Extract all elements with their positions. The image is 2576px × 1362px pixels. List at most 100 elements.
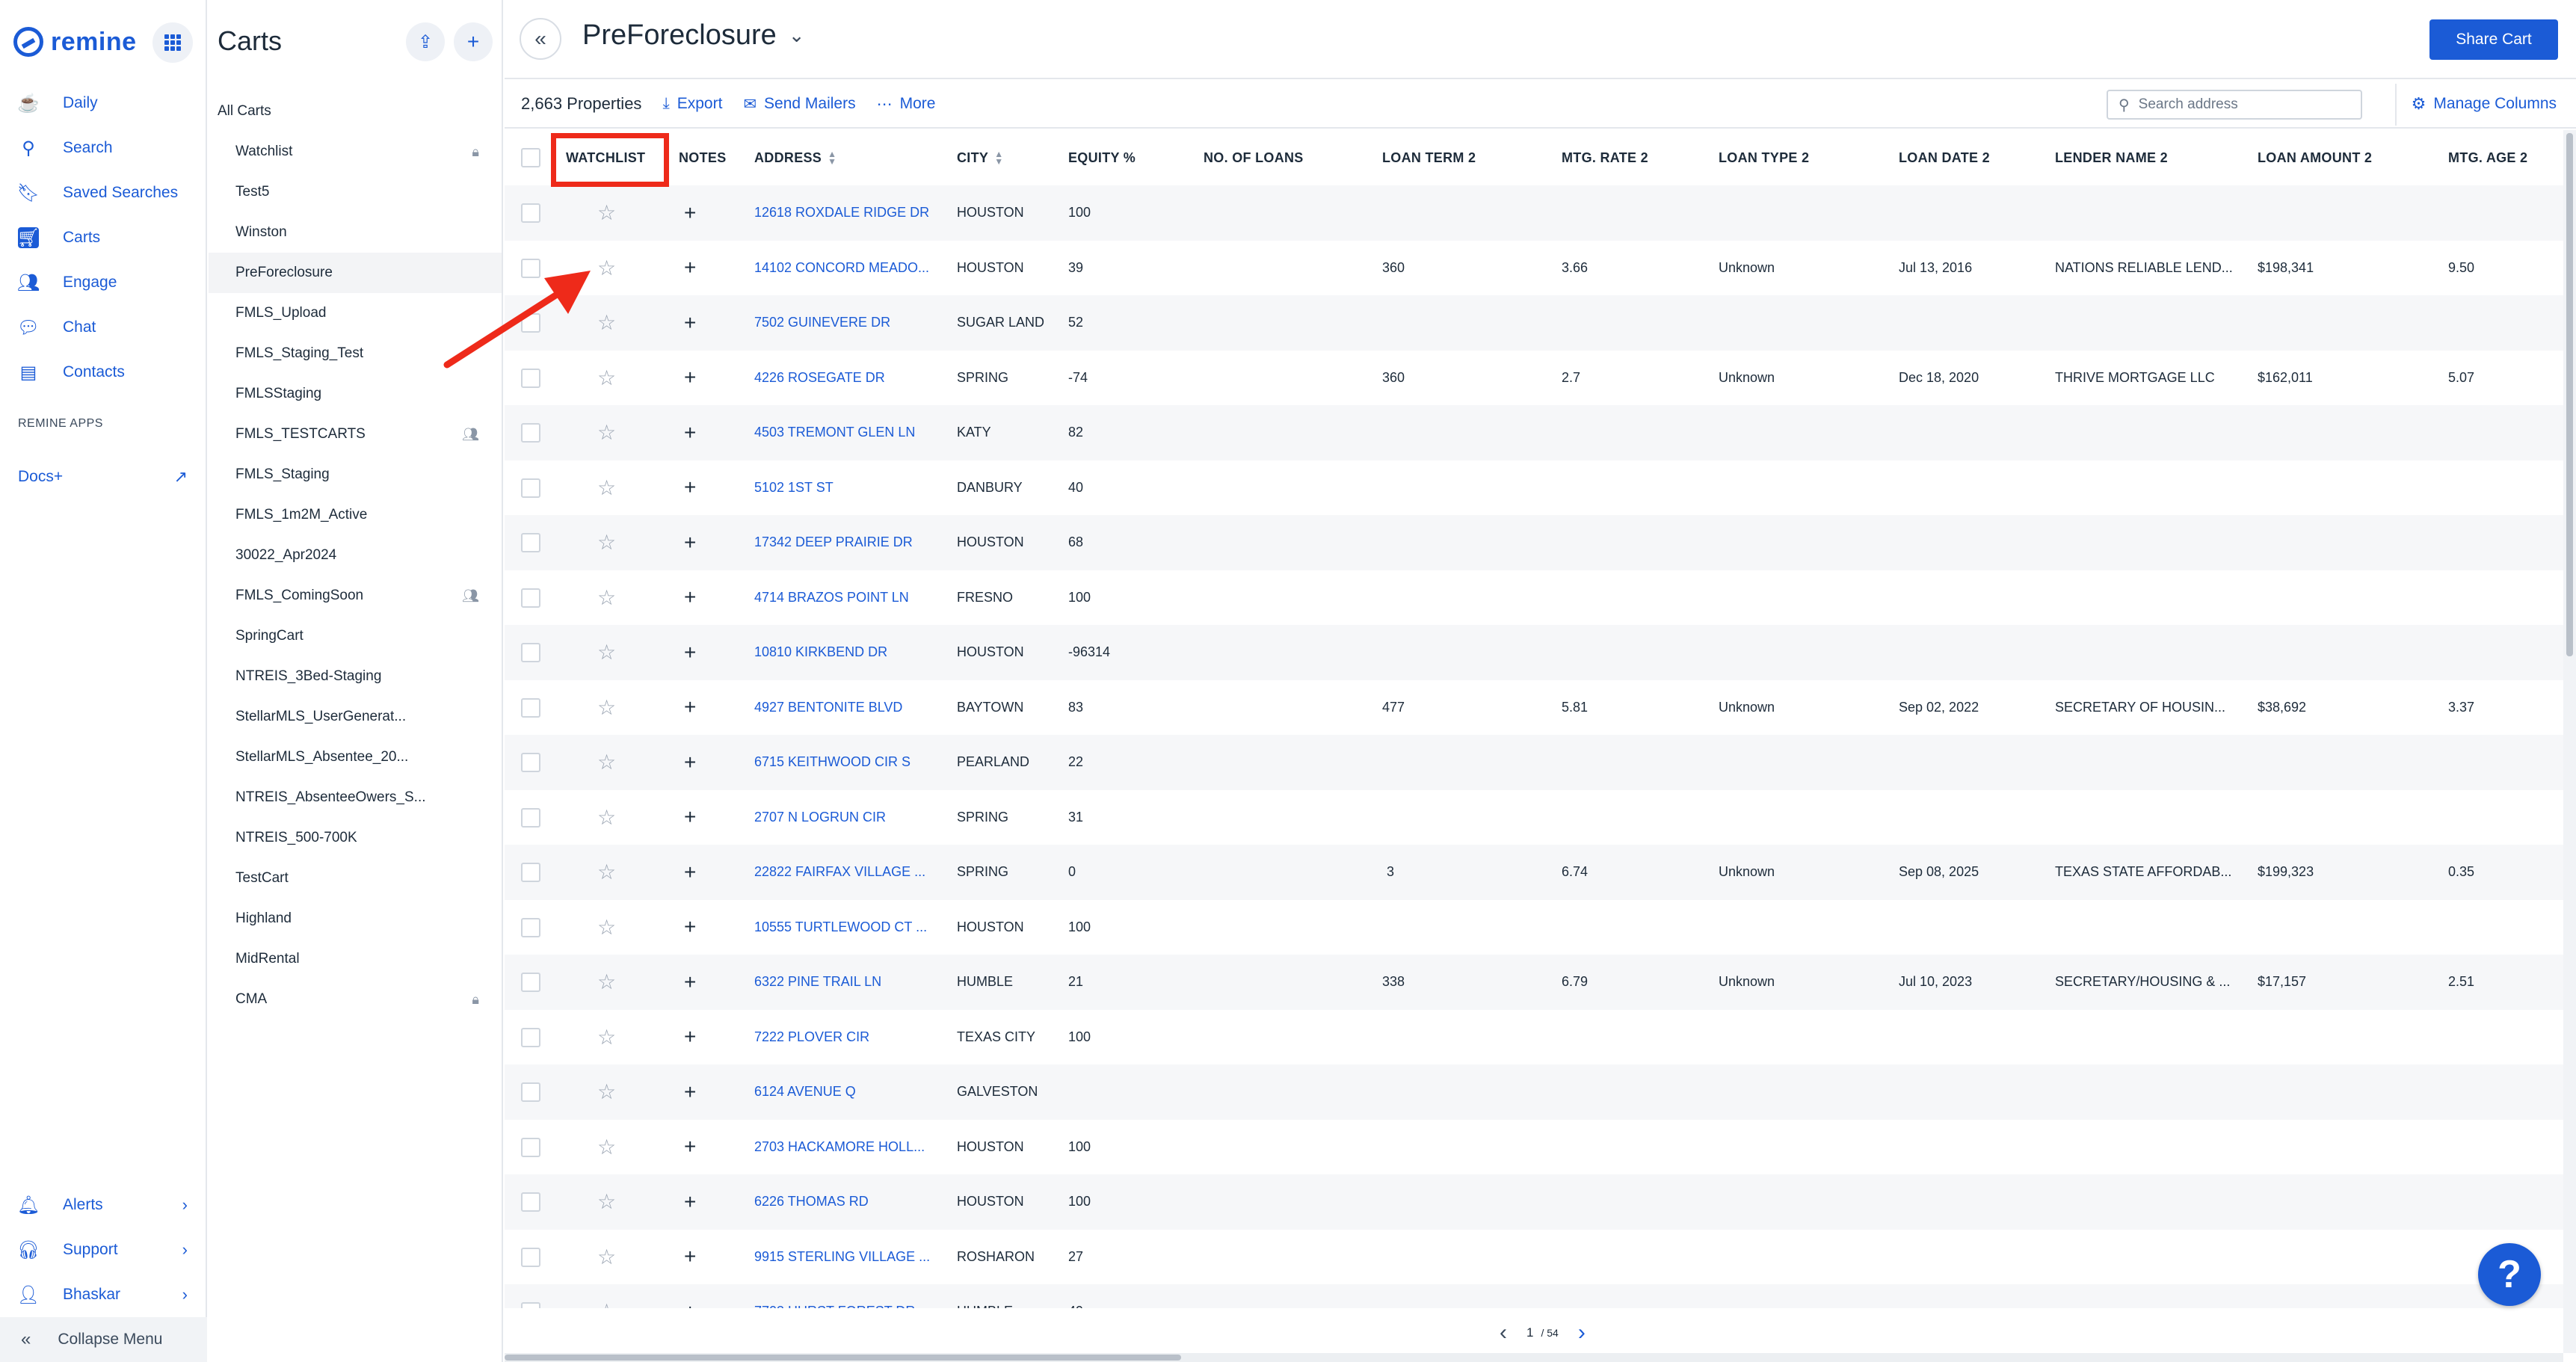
horizontal-scrollbar[interactable] [505,1353,2563,1362]
cart-item[interactable]: MidRental [209,939,502,979]
collapse-panel-button[interactable]: « [520,18,561,60]
watchlist-star-icon[interactable]: ☆ [597,570,616,626]
column-header-notes[interactable]: NOTES [679,130,727,185]
upload-cart-button[interactable]: ⇪ [406,22,445,61]
cart-item[interactable]: FMLSStaging [209,374,502,414]
cart-item[interactable]: FMLS_Staging [209,454,502,495]
watchlist-star-icon[interactable]: ☆ [597,900,616,955]
add-note-button[interactable]: + [684,790,696,845]
search-address-field[interactable]: ⚲ [2107,90,2362,120]
watchlist-star-icon[interactable]: ☆ [597,1120,616,1175]
table-row[interactable]: ☆ +7502 GUINEVERE DR SUGAR LAND 52 [505,295,2563,351]
cart-title-dropdown[interactable]: PreForeclosure ⌄ [582,19,805,52]
watchlist-star-icon[interactable]: ☆ [597,515,616,570]
send-mailers-button[interactable]: ✉ Send Mailers [743,95,855,114]
watchlist-star-icon[interactable]: ☆ [597,460,616,516]
cart-item[interactable]: Watchlist 🔒︎ [209,132,502,172]
current-page[interactable]: 1 [1526,1325,1533,1340]
cart-item[interactable]: Highland [209,899,502,939]
select-all-checkbox[interactable] [521,148,540,167]
add-note-button[interactable]: + [684,735,696,790]
next-page-button[interactable]: › [1578,1320,1586,1346]
column-header-loan-amount-2[interactable]: LOAN AMOUNT 2 [2258,130,2372,185]
table-row[interactable]: ☆ +5102 1ST ST DANBURY 40 [505,460,2563,516]
collapse-menu-button[interactable]: « Collapse Menu [0,1317,207,1362]
table-row[interactable]: ☆ +6715 KEITHWOOD CIR S PEARLAND 22 [505,735,2563,790]
add-note-button[interactable]: + [684,900,696,955]
horizontal-scroll-thumb[interactable] [505,1355,1181,1361]
cart-item[interactable]: TestCart [209,858,502,899]
table-row[interactable]: ☆ +6226 THOMAS RD HOUSTON 100 [505,1174,2563,1230]
cell-address[interactable]: 6226 THOMAS RD [754,1174,941,1230]
cart-item[interactable]: NTREIS_AbsenteeOwers_S... [209,777,502,818]
table-row[interactable]: ☆ +2707 N LOGRUN CIR SPRING 31 [505,790,2563,845]
add-note-button[interactable]: + [684,405,696,460]
watchlist-star-icon[interactable]: ☆ [597,1064,616,1120]
row-checkbox[interactable] [521,1027,540,1047]
add-note-button[interactable]: + [684,515,696,570]
cart-item[interactable]: FMLS_ComingSoon 👥︎ [209,576,502,616]
help-button[interactable]: ? [2478,1243,2541,1306]
column-header-no-of-loans[interactable]: NO. OF LOANS [1204,130,1304,185]
nav-item-user[interactable]: 👤︎ Bhaskar › [0,1274,206,1316]
cart-item[interactable]: FMLS_1m2M_Active [209,495,502,535]
cell-address[interactable]: 2707 N LOGRUN CIR [754,790,941,845]
cart-item[interactable]: FMLS_Staging_Test [209,333,502,374]
nav-item-carts[interactable]: 🛒︎ Carts [0,217,206,259]
add-note-button[interactable]: + [684,955,696,1010]
table-row[interactable]: ☆ +2703 HACKAMORE HOLL... HOUSTON 100 [505,1120,2563,1175]
column-header-equity[interactable]: EQUITY % [1068,130,1136,185]
table-row[interactable]: ☆ +7703 HURST FOREST DR HUMBLE 49 [505,1284,2563,1308]
row-checkbox[interactable] [521,1137,540,1157]
cart-item[interactable]: 30022_Apr2024 [209,535,502,576]
row-checkbox[interactable] [521,1302,540,1308]
cart-item[interactable]: NTREIS_500-700K [209,818,502,858]
watchlist-star-icon[interactable]: ☆ [597,1174,616,1230]
cell-address[interactable]: 2703 HACKAMORE HOLL... [754,1120,941,1175]
column-header-city[interactable]: CITY ▲ ▼ [957,130,1003,185]
add-note-button[interactable]: + [684,460,696,516]
watchlist-star-icon[interactable]: ☆ [597,845,616,900]
add-note-button[interactable]: + [684,1284,696,1308]
add-note-button[interactable]: + [684,1230,696,1285]
add-note-button[interactable]: + [684,680,696,736]
watchlist-star-icon[interactable]: ☆ [597,185,616,241]
cell-address[interactable]: 10810 KIRKBEND DR [754,625,941,680]
watchlist-star-icon[interactable]: ☆ [597,405,616,460]
cart-item[interactable]: PreForeclosure [209,253,502,293]
apps-grid-button[interactable] [152,22,193,63]
cell-address[interactable]: 22822 FAIRFAX VILLAGE ... [754,845,941,900]
nav-item-daily[interactable]: ☕ Daily [0,82,206,124]
cart-item[interactable]: SpringCart [209,616,502,656]
row-checkbox[interactable] [521,423,540,443]
add-note-button[interactable]: + [684,1120,696,1175]
add-note-button[interactable]: + [684,845,696,900]
row-checkbox[interactable] [521,313,540,333]
cell-address[interactable]: 7703 HURST FOREST DR [754,1284,941,1308]
cart-item[interactable]: Winston [209,212,502,253]
cell-address[interactable]: 10555 TURTLEWOOD CT ... [754,900,941,955]
nav-item-alerts[interactable]: 🔔︎ Alerts › [0,1184,206,1226]
cell-address[interactable]: 17342 DEEP PRAIRIE DR [754,515,941,570]
watchlist-star-icon[interactable]: ☆ [597,1010,616,1065]
cell-address[interactable]: 4226 ROSEGATE DR [754,351,941,406]
cart-item[interactable]: StellarMLS_UserGenerat... [209,697,502,737]
cell-address[interactable]: 12618 ROXDALE RIDGE DR [754,185,941,241]
search-address-input[interactable] [2138,96,2341,113]
watchlist-star-icon[interactable]: ☆ [597,1230,616,1285]
nav-item-engage[interactable]: 👥︎ Engage [0,262,206,303]
watchlist-star-icon[interactable]: ☆ [597,625,616,680]
watchlist-star-icon[interactable]: ☆ [597,1284,616,1308]
row-checkbox[interactable] [521,1247,540,1267]
table-row[interactable]: ☆ +4226 ROSEGATE DR SPRING -74 360 2.7 Unknown… [505,351,2563,406]
nav-item-docs[interactable]: Docs+ ↗ [0,456,206,498]
row-checkbox[interactable] [521,588,540,608]
watchlist-star-icon[interactable]: ☆ [597,955,616,1010]
row-checkbox[interactable] [521,917,540,937]
vertical-scroll-thumb[interactable] [2566,133,2573,656]
nav-item-saved-searches[interactable]: 🔖︎ Saved Searches [0,172,206,214]
table-row[interactable]: ☆ +6322 PINE TRAIL LN HUMBLE 21 338 6.79 Unkno… [505,955,2563,1010]
table-row[interactable]: ☆ +17342 DEEP PRAIRIE DR HOUSTON 68 [505,515,2563,570]
cart-item[interactable]: CMA 🔒︎ [209,979,502,1020]
cell-address[interactable]: 6124 AVENUE Q [754,1064,941,1120]
